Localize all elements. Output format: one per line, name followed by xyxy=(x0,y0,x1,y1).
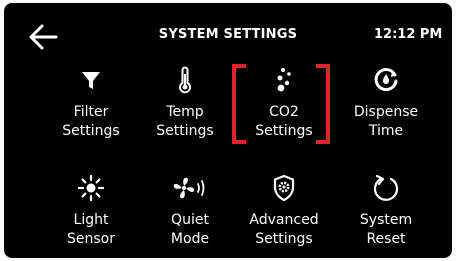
thermometer-icon xyxy=(179,66,191,94)
advanced-settings-tile[interactable]: Advanced Settings xyxy=(234,173,334,258)
filter-icon xyxy=(82,72,100,89)
temp-settings-tile[interactable]: Temp Settings xyxy=(135,65,235,155)
tile-label: Filter Settings xyxy=(62,104,120,139)
tile-label: Dispense Time xyxy=(353,104,419,139)
filter-settings-tile[interactable]: Filter Settings xyxy=(41,65,141,155)
tile-label: CO2 Settings xyxy=(255,104,313,139)
tile-label: Temp Settings xyxy=(156,104,214,139)
dispense-timer-icon xyxy=(374,68,398,91)
tile-label: Quiet Mode xyxy=(170,212,210,247)
quiet-mode-tile[interactable]: Quiet Mode xyxy=(140,173,240,258)
system-reset-tile[interactable]: System Reset xyxy=(336,173,436,258)
tile-label: Light Sensor xyxy=(67,212,115,247)
settings-screen: SYSTEM SETTINGS 12:12 PM Filter Settings … xyxy=(4,3,452,258)
co2-bubbles-icon xyxy=(277,68,291,92)
light-sensor-icon xyxy=(77,174,105,202)
dispense-time-tile[interactable]: Dispense Time xyxy=(336,65,436,155)
tile-label: Advanced Settings xyxy=(249,212,319,247)
light-sensor-tile[interactable]: Light Sensor xyxy=(41,173,141,258)
shield-gear-icon xyxy=(273,174,295,202)
co2-settings-tile[interactable]: CO2 Settings xyxy=(234,65,334,155)
tile-label: System Reset xyxy=(359,212,413,247)
clock: 12:12 PM xyxy=(374,27,443,42)
reset-icon xyxy=(373,174,399,201)
quiet-fan-icon xyxy=(173,177,205,199)
